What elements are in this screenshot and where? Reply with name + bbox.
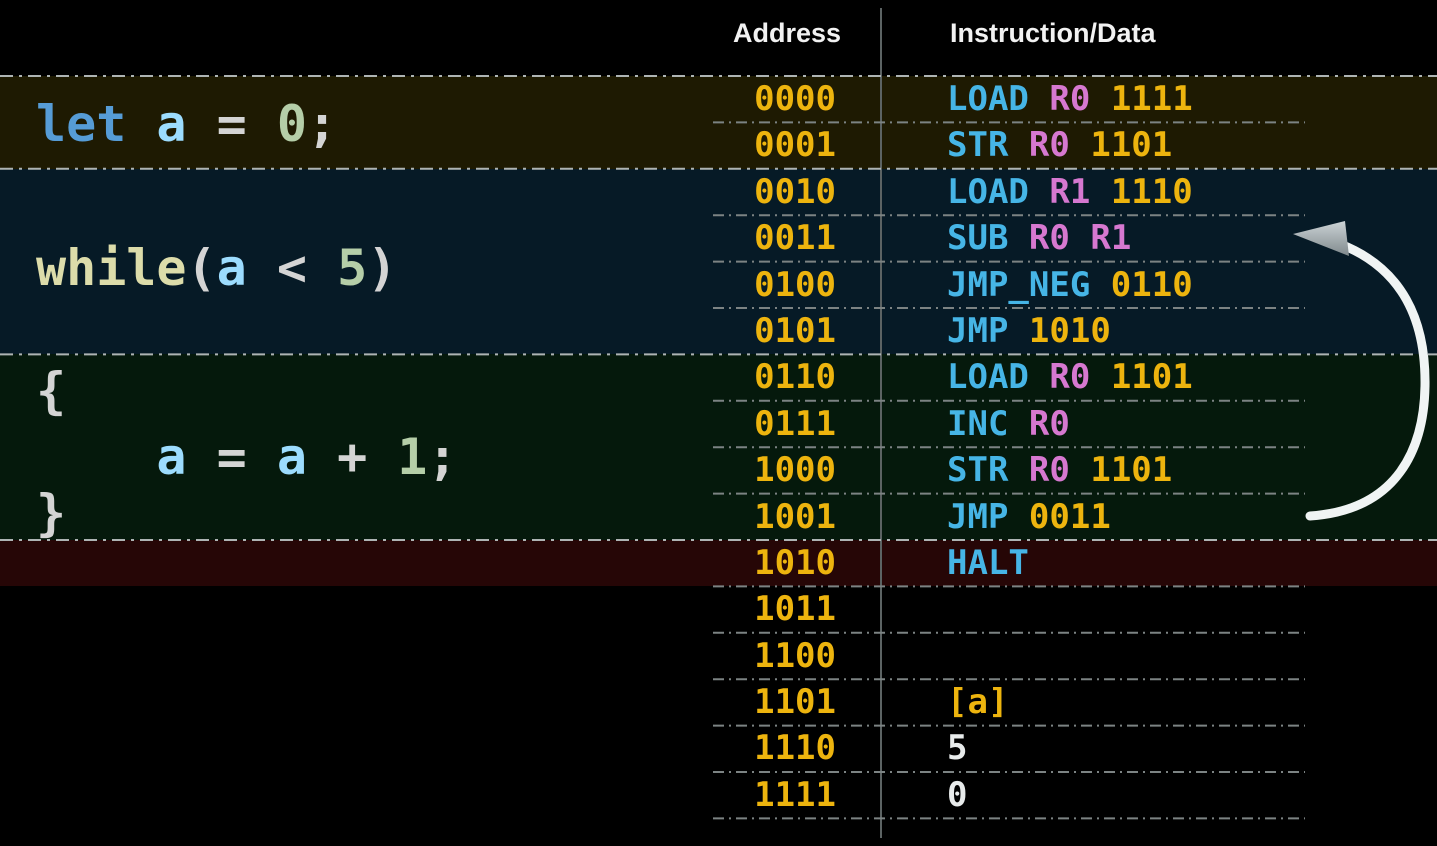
instruction-column-header: Instruction/Data (950, 18, 1156, 48)
memory-instruction: JMP_NEG 0110 (947, 262, 1193, 308)
instruction-token: R0 (1029, 218, 1070, 258)
memory-row: 0100 JMP_NEG 0110 (0, 262, 1437, 308)
memory-instruction: STR R0 1101 (947, 447, 1172, 493)
memory-address: 1010 (0, 540, 836, 586)
memory-address: 0100 (0, 262, 836, 308)
memory-row: 0110 LOAD R0 1101 (0, 354, 1437, 400)
memory-row: 0101 JMP 1010 (0, 308, 1437, 354)
memory-instruction: 0 (947, 772, 967, 818)
instruction-token: R0 (1029, 125, 1070, 165)
memory-instruction: 5 (947, 725, 967, 771)
instruction-token: LOAD (947, 172, 1029, 212)
instruction-token: 0011 (1029, 497, 1111, 537)
memory-address: 1111 (0, 772, 836, 818)
instruction-token: 5 (947, 728, 967, 768)
memory-instruction: LOAD R0 1111 (947, 76, 1193, 122)
instruction-token: LOAD (947, 357, 1029, 397)
memory-address: 1000 (0, 447, 836, 493)
instruction-token: 1110 (1111, 172, 1193, 212)
memory-row: 0010 LOAD R1 1110 (0, 169, 1437, 215)
memory-address: 0000 (0, 76, 836, 122)
memory-address: 0101 (0, 308, 836, 354)
address-column-header: Address (733, 18, 841, 48)
memory-address: 1001 (0, 494, 836, 540)
memory-instruction: JMP 1010 (947, 308, 1111, 354)
assembly-mapping-diagram: Address Instruction/Data let a = 0; whil… (0, 0, 1437, 846)
instruction-token: 0 (947, 775, 967, 815)
memory-instruction: [a] (947, 679, 1008, 725)
memory-row: 0111 INC R0 (0, 401, 1437, 447)
memory-row: 1010 HALT (0, 540, 1437, 586)
instruction-token: SUB (947, 218, 1008, 258)
memory-address: 0010 (0, 169, 836, 215)
instruction-token: 1101 (1090, 450, 1172, 490)
memory-instruction: LOAD R0 1101 (947, 354, 1193, 400)
instruction-token: 1010 (1029, 311, 1111, 351)
instruction-token: JMP (947, 497, 1008, 537)
memory-table: 0000 LOAD R0 1111 0001 STR R0 1101 0010 LOAD … (0, 76, 1437, 818)
instruction-token: JMP_NEG (947, 265, 1090, 305)
instruction-token: R0 (1029, 450, 1070, 490)
memory-row: 0000 LOAD R0 1111 (0, 76, 1437, 122)
memory-row: 1100 (0, 633, 1437, 679)
instruction-token: LOAD (947, 79, 1029, 119)
memory-instruction: SUB R0 R1 (947, 215, 1131, 261)
memory-address: 1110 (0, 725, 836, 771)
memory-row: 1110 5 (0, 725, 1437, 771)
memory-instruction: LOAD R1 1110 (947, 169, 1193, 215)
memory-instruction: JMP 0011 (947, 494, 1111, 540)
instruction-token: JMP (947, 311, 1008, 351)
instruction-token: R0 (1049, 79, 1090, 119)
memory-row: 1111 0 (0, 772, 1437, 818)
memory-address: 1100 (0, 633, 836, 679)
memory-address: 0111 (0, 401, 836, 447)
instruction-token: 0110 (1111, 265, 1193, 305)
memory-address: 0110 (0, 354, 836, 400)
memory-row: 0011 SUB R0 R1 (0, 215, 1437, 261)
instruction-token: R0 (1049, 357, 1090, 397)
instruction-token: R0 (1029, 404, 1070, 444)
memory-row: 1011 (0, 586, 1437, 632)
memory-row: 0001 STR R0 1101 (0, 122, 1437, 168)
instruction-token: [a] (947, 682, 1008, 722)
instruction-token: 1111 (1111, 79, 1193, 119)
instruction-token: 1101 (1111, 357, 1193, 397)
instruction-token: 1101 (1090, 125, 1172, 165)
instruction-token: HALT (947, 543, 1029, 583)
memory-instruction: STR R0 1101 (947, 122, 1172, 168)
memory-instruction: INC R0 (947, 401, 1070, 447)
memory-row: 1000 STR R0 1101 (0, 447, 1437, 493)
instruction-token: R1 (1090, 218, 1131, 258)
instruction-token: R1 (1049, 172, 1090, 212)
instruction-token: STR (947, 450, 1008, 490)
memory-address: 0011 (0, 215, 836, 261)
memory-address: 1011 (0, 586, 836, 632)
memory-row: 1001 JMP 0011 (0, 494, 1437, 540)
memory-address: 0001 (0, 122, 836, 168)
instruction-token: STR (947, 125, 1008, 165)
memory-row: 1101 [a] (0, 679, 1437, 725)
instruction-token: INC (947, 404, 1008, 444)
memory-instruction: HALT (947, 540, 1029, 586)
memory-address: 1101 (0, 679, 836, 725)
